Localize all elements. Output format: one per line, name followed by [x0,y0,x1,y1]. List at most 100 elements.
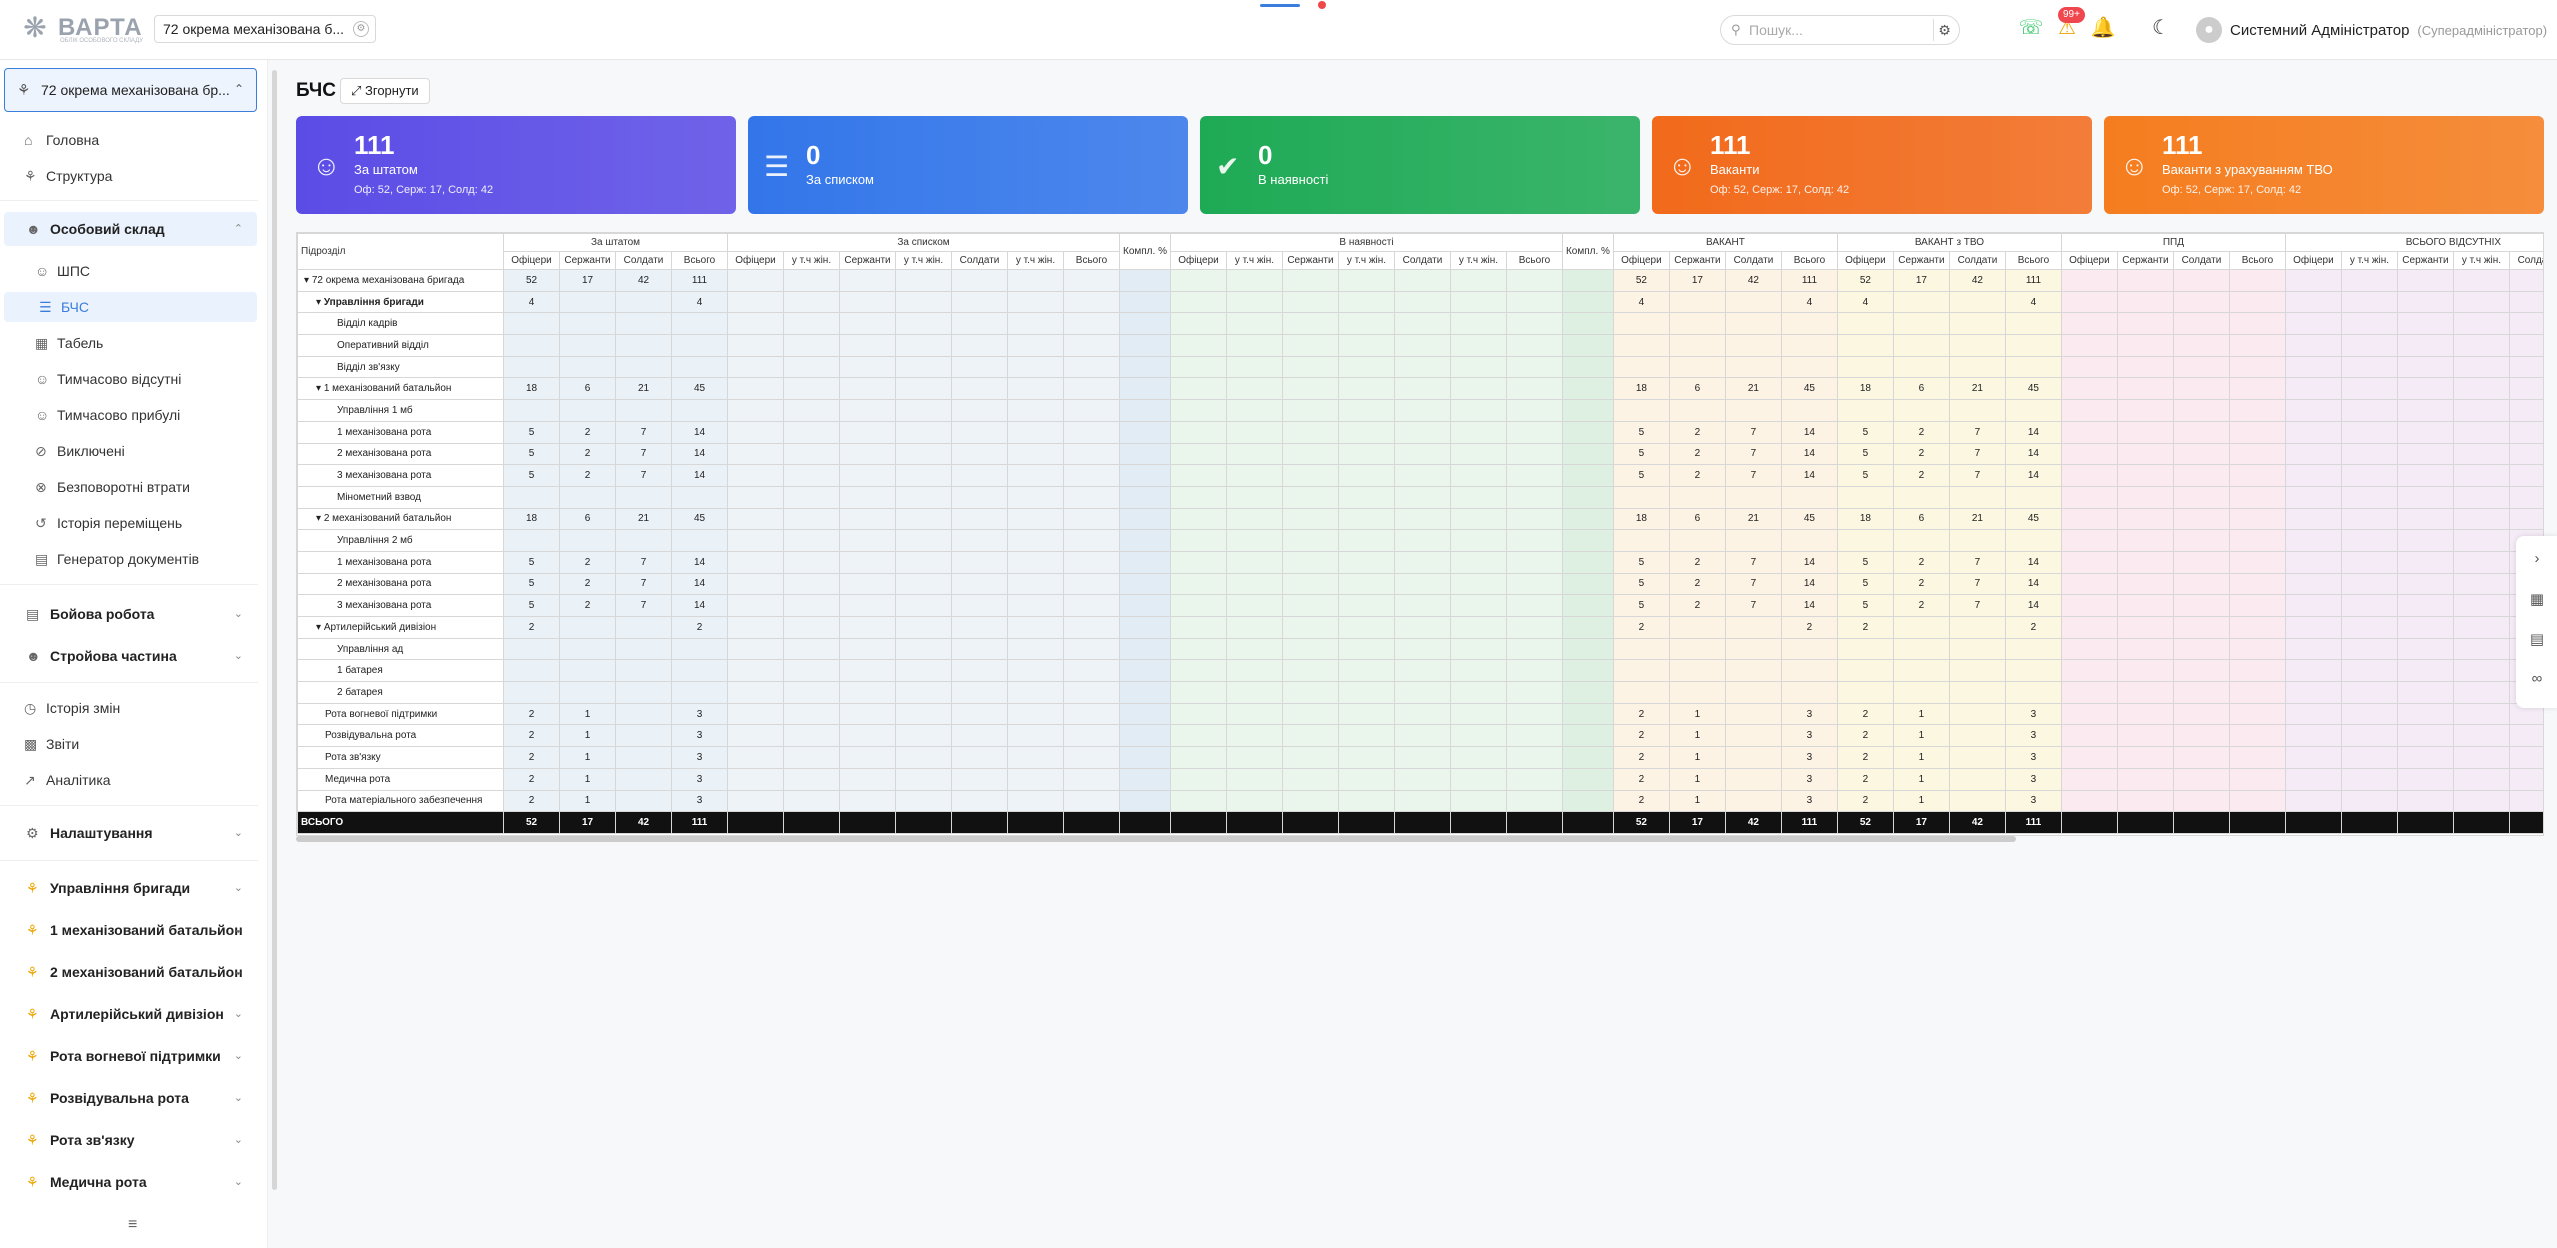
table-row[interactable]: Управління 2 мб [297,529,2543,552]
table-row[interactable]: ▾ 1 механізований батальйон 18 6 21 45 18 6 21 4… [297,377,2543,401]
sidebar-group-combat[interactable]: ▤ Бойова робота ⌄ [4,597,257,631]
expand-toggle-icon[interactable]: ▾ [316,383,324,394]
bell-icon[interactable]: 🔔 [2090,14,2116,42]
value-cell: 14 [671,420,728,444]
table-row[interactable]: 1 батарея [297,659,2543,683]
summary-card[interactable]: ☰ 0 За списком [748,116,1188,214]
summary-card[interactable]: ☺ 111 За штатом Оф: 52, Серж: 17, Солд: 42 [296,116,736,214]
whatsapp-icon[interactable]: ☏ [2018,14,2044,42]
sidebar-unit-group[interactable]: ⚘ Розвідувальна рота ⌄ [4,1081,257,1115]
value-cell [559,659,616,683]
table-row[interactable]: ▾ 72 окрема механізована бригада 52 17 42 11… [297,269,2543,292]
collapse-sidebar-icon[interactable]: ≡ [128,1216,137,1234]
sidebar-unit-group[interactable]: ⚘ Медична рота ⌄ [4,1165,257,1199]
collapse-button[interactable]: ⤢ Згорнути [340,78,430,104]
sidebar-group-personnel[interactable]: ☻ Особовий склад ⌃ [4,212,257,246]
table-row[interactable]: Рота зв'язку 2 1 3 2 1 3 2 1 3 [297,746,2543,769]
unit-name-cell: Рота зв'язку [297,746,504,769]
sidebar-item-temporarily-arrived[interactable]: ☺ Тимчасово прибулі [0,400,258,430]
unit-settings-icon[interactable]: ⚙ [353,21,369,37]
table-row[interactable]: Відділ кадрів [297,312,2543,336]
sidebar-scrollbar[interactable] [272,70,277,1190]
summary-card[interactable]: ☺ 111 Ваканти Оф: 52, Серж: 17, Солд: 42 [1652,116,2092,214]
table-row[interactable]: Медична рота 2 1 3 2 1 3 2 1 3 [297,767,2543,791]
value-cell [1225,420,1283,444]
expand-toggle-icon[interactable]: ▾ [316,513,324,524]
notifications-badge: 99+ [2058,7,2085,23]
table-row[interactable]: Рота матеріального забезпечення 2 1 3 2 1 3 2 1 3 [297,789,2543,813]
expand-toggle-icon[interactable]: ▾ [316,297,324,308]
table-horizontal-scrollbar[interactable] [296,836,2016,842]
value-cell [1780,681,1838,704]
summary-card[interactable]: ☺ 111 Ваканти з урахуванням ТВО Оф: 52, Сер… [2104,116,2544,214]
sidebar-item-tabel[interactable]: ▦ Табель [0,328,258,358]
sidebar-item-analytics[interactable]: ↗ Аналітика [0,765,258,795]
sidebar-item-shps[interactable]: ☺ ШПС [0,256,258,286]
sidebar-unit-group[interactable]: ⚘ Рота зв'язку ⌄ [4,1123,257,1157]
table-row[interactable]: Рота вогневої підтримки 2 1 3 2 1 3 2 1 3 [297,702,2543,726]
sidebar-item-temporarily-absent[interactable]: ☺ Тимчасово відсутні [0,364,258,394]
sidebar-unit-group[interactable]: ⚘ Рота вогневої підтримки ⌄ [4,1039,257,1073]
percent-cell [1561,637,1614,661]
theme-moon-icon[interactable]: ☾ [2148,14,2174,42]
table-row[interactable]: Управління ад [297,637,2543,661]
value-cell [951,377,1008,401]
percent-cell [1561,550,1614,574]
table-row[interactable]: Розвідувальна рота 2 1 3 2 1 3 2 1 3 [297,724,2543,748]
summary-card[interactable]: ✔ 0 В наявності [1200,116,1640,214]
search-input[interactable]: ⚲ Пошук... ⚙ [1720,15,1960,45]
table-row[interactable]: Відділ зв'язку [297,355,2543,379]
table-row[interactable]: ▾ Артилерійський дивізіон 2 2 2 2 2 2 [297,616,2543,639]
hierarchy-icon: ⚘ [26,922,39,938]
table-row[interactable]: Оперативний відділ [297,334,2543,357]
table-row[interactable]: ▾ Управління бригади 4 4 4 4 4 4 [297,290,2543,314]
value-cell [615,334,672,357]
sidebar-group-label: Особовий склад [50,221,165,237]
sidebar-item-transfer-history[interactable]: ↺ Історія переміщень [0,508,258,538]
value-cell [1337,399,1395,422]
table-row[interactable]: 1 механізована рота 5 2 7 14 5 2 7 14 5 2 7 14 [297,420,2543,444]
expand-toggle-icon[interactable]: ▾ [304,275,312,286]
sidebar-unit-selector[interactable]: ⚘ 72 окрема механізована бр... ⌃ [4,68,257,112]
table-row[interactable]: 3 механізована рота 5 2 7 14 5 2 7 14 5 2 7 14 [297,464,2543,487]
value-cell [1393,724,1451,748]
sidebar-item-excluded[interactable]: ⊘ Виключені [0,436,258,466]
table-row[interactable]: ▾ 2 механізований батальйон 18 6 21 45 18 6 21 4… [297,507,2543,531]
sidebar-item-reports[interactable]: ▩ Звіти [0,729,258,759]
table-row[interactable]: 2 механізована рота 5 2 7 14 5 2 7 14 5 2 7 14 [297,442,2543,466]
sidebar-group-drill[interactable]: ☻ Стройова частина ⌄ [4,639,257,673]
sidebar-item-bchs[interactable]: ☰ БЧС [4,292,257,322]
grid-icon[interactable]: ▦ [2528,590,2546,608]
search-settings-icon[interactable]: ⚙ [1933,19,1955,41]
unit-name: Рота вогневої підтримки [325,708,438,720]
sidebar-item-irrecoverable-losses[interactable]: ⊗ Безповоротні втрати [0,472,258,502]
value-cell [727,789,784,813]
sidebar-item-home[interactable]: ⌂ Головна [0,125,258,155]
value-cell [1836,529,1894,552]
table-row[interactable]: 2 батарея [297,681,2543,704]
unit-select[interactable]: 72 окрема механізована б... ⚙ [154,15,376,43]
value-cell [1892,659,1950,683]
table-row[interactable]: 2 механізована рота 5 2 7 14 5 2 7 14 5 2 7 14 [297,572,2543,596]
value-cell [1505,767,1563,791]
sidebar-item-structure[interactable]: ⚘ Структура [0,161,258,191]
value-cell [671,334,728,357]
sidebar-item-document-generator[interactable]: ▤ Генератор документів [0,544,258,574]
sidebar-unit-group[interactable]: ⚘ Артилерійський дивізіон ⌄ [4,997,257,1031]
chevron-right-icon[interactable]: › [2528,550,2546,568]
table-row[interactable]: Управління 1 мб [297,399,2543,422]
expand-toggle-icon[interactable]: ▾ [316,622,324,633]
link-icon[interactable]: ∞ [2528,670,2546,688]
sidebar-group-settings[interactable]: ⚙ Налаштування ⌄ [4,816,257,850]
table-row[interactable]: 1 механізована рота 5 2 7 14 5 2 7 14 5 2 7 14 [297,550,2543,574]
sidebar-unit-group[interactable]: ⚘ Управління бригади ⌄ [4,871,257,905]
percent-cell [1561,767,1614,791]
user-menu[interactable]: ● Системний Адміністратор (Суперадмініст… [2196,16,2547,44]
document-icon[interactable]: ▤ [2528,630,2546,648]
app-logo[interactable]: ❋ ВАРТА ОБЛІК ОСОБОВОГО СКЛАДУ [18,8,148,48]
sidebar-unit-group[interactable]: ⚘ 1 механізований батальйон ⌄ [4,913,257,947]
table-row[interactable]: 3 механізована рота 5 2 7 14 5 2 7 14 5 2 7 14 [297,594,2543,617]
table-row[interactable]: Мінометний взвод [297,485,2543,509]
sidebar-item-change-history[interactable]: ◷ Історія змін [0,693,258,723]
sidebar-unit-group[interactable]: ⚘ 2 механізований батальйон ⌄ [4,955,257,989]
